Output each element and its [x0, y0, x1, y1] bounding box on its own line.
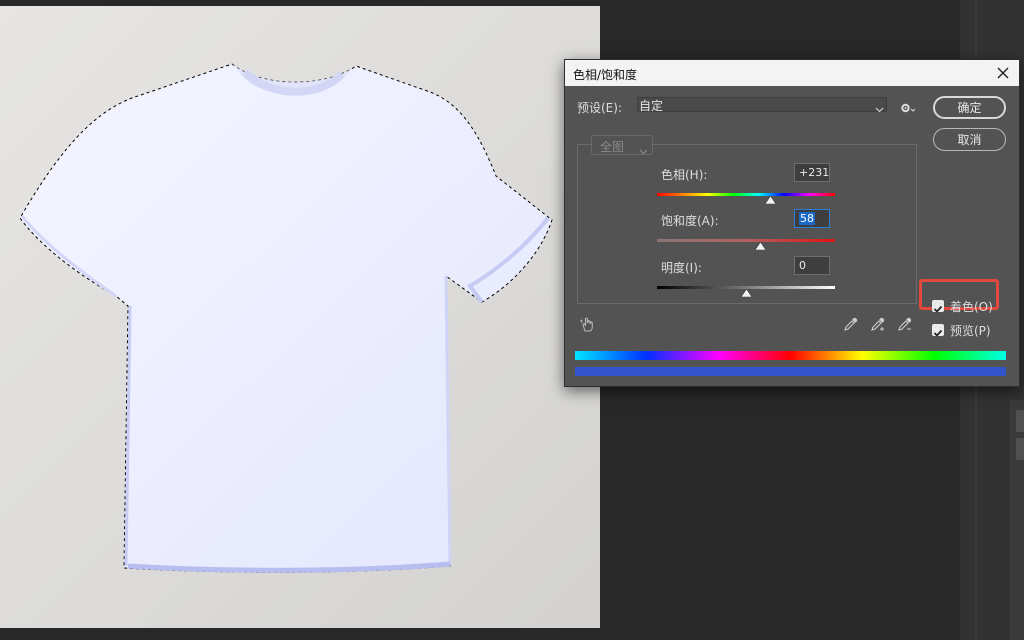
- eyedropper-minus-icon[interactable]: [897, 316, 913, 336]
- document-canvas[interactable]: [0, 6, 600, 628]
- preset-dropdown[interactable]: 自定: [637, 97, 887, 113]
- channel-value: 全图: [600, 140, 625, 154]
- hue-label: 色相(H):: [661, 168, 708, 182]
- chevron-down-icon: [875, 99, 884, 118]
- cancel-button[interactable]: 取消: [933, 128, 1006, 151]
- colorize-checkbox[interactable]: [932, 300, 944, 313]
- original-spectrum-bar: [575, 351, 1006, 360]
- photoshop-workspace: 色相/饱和度 预设(E): 自定 确定 取消 全图 色相(H): +231 饱和…: [0, 0, 1024, 640]
- check-icon: [933, 329, 943, 337]
- adjusted-spectrum-bar: [575, 367, 1006, 376]
- preset-value: 自定: [639, 99, 664, 113]
- hue-slider-track[interactable]: [657, 193, 835, 196]
- eyedropper-icon[interactable]: [843, 316, 859, 336]
- tshirt-selection: [19, 63, 553, 573]
- lightness-input[interactable]: 0: [794, 256, 830, 275]
- saturation-value: 58: [799, 212, 815, 225]
- lightness-slider-thumb[interactable]: [741, 289, 752, 297]
- adjustment-group: [577, 144, 917, 304]
- saturation-label: 饱和度(A):: [661, 214, 719, 228]
- hand-adjust-icon[interactable]: [579, 315, 597, 337]
- channel-dropdown[interactable]: 全图: [591, 135, 653, 155]
- saturation-slider-thumb[interactable]: [755, 242, 766, 250]
- dialog-title: 色相/饱和度: [573, 68, 638, 82]
- ok-button[interactable]: 确定: [933, 96, 1006, 119]
- colorize-label[interactable]: 着色(O): [950, 298, 993, 315]
- preset-label: 预设(E):: [577, 101, 622, 115]
- dialog-titlebar[interactable]: 色相/饱和度: [565, 60, 1019, 86]
- tshirt-image: [19, 63, 553, 573]
- preview-label[interactable]: 预览(P): [950, 322, 991, 339]
- chevron-down-icon: [639, 141, 648, 160]
- hue-input[interactable]: +231: [794, 163, 830, 182]
- hue-slider-thumb[interactable]: [765, 196, 776, 204]
- saturation-slider-track[interactable]: [657, 239, 835, 242]
- check-icon: [933, 305, 943, 313]
- gear-icon[interactable]: [900, 99, 916, 118]
- close-icon[interactable]: [993, 63, 1013, 83]
- preview-checkbox[interactable]: [932, 324, 944, 337]
- saturation-input[interactable]: 58: [794, 209, 830, 228]
- hue-saturation-dialog: 色相/饱和度 预设(E): 自定 确定 取消 全图 色相(H): +231 饱和…: [564, 59, 1020, 387]
- eyedropper-plus-icon[interactable]: [870, 316, 886, 336]
- lightness-label: 明度(I):: [661, 261, 702, 275]
- panel-scrollbar[interactable]: [1010, 400, 1024, 640]
